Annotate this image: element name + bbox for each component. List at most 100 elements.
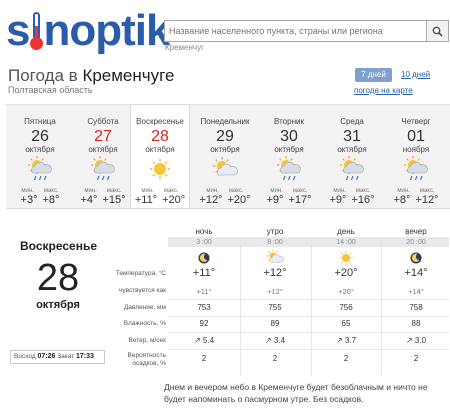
day-tab-max-temp: +20° [227, 194, 251, 206]
clear-night-icon [382, 249, 450, 269]
row-label-pressure: Давление, мм [123, 304, 166, 311]
sunny-icon [312, 249, 380, 269]
day-tab-month: октября [88, 145, 118, 154]
column-3-pressure: 758 [409, 303, 423, 312]
sunny-icon [131, 156, 189, 187]
weather-map-link[interactable]: погода на карте [354, 86, 413, 95]
day-tab-number: 30 [280, 128, 298, 145]
column-1-wind-value: 3.4 [273, 336, 286, 345]
column-1-pressure: 755 [268, 303, 282, 312]
day-tab-28[interactable]: Воскресенье 28 октября мин. макс. +11° +20… [130, 104, 190, 208]
day-tab-min-temp: +9° [329, 194, 347, 206]
sunset-label: Закат [57, 353, 75, 360]
day-detail-panel: Воскресенье 28 октября Восход 07:26 Зака… [6, 208, 450, 415]
column-1-hour: 8 :00 [267, 239, 283, 246]
day-tab-number: 31 [343, 128, 361, 145]
column-2-precip: 2 [343, 354, 349, 363]
sunrise-label: Восход [14, 353, 36, 360]
column-0-pressure: 753 [197, 303, 211, 312]
day-tab-min-temp: +3° [20, 194, 38, 206]
forecast-description: Днем и вечером небо в Кременчуге будет б… [164, 382, 428, 404]
column-1-label: утро [266, 227, 284, 236]
day-tab-min-temp: +11° [134, 194, 158, 206]
column-0-wind: ↗ 5.4 [170, 336, 238, 345]
column-3-feels: +14° [408, 287, 424, 296]
row-label-feels-like: чувствуется как [118, 287, 166, 294]
day-tab-number: 27 [94, 128, 112, 145]
search-hint[interactable]: Кременчуг [165, 43, 204, 52]
sunrise-sunset: Восход 07:26 Закат 17:33 [10, 350, 105, 364]
search-icon [432, 26, 443, 37]
column-3-wind: ↗ 3.0 [382, 336, 450, 345]
column-0-wind-value: 5.4 [202, 336, 215, 345]
day-tab-min-temp: +8° [393, 194, 411, 206]
partly-cloudy-icon [195, 156, 255, 187]
row-label-precip-1: Вероятность [127, 352, 167, 359]
day-tab-name: Воскресенье [136, 117, 184, 126]
day-tab-26[interactable]: Пятница 26 октября мин. макс. +3° +8° [10, 112, 70, 206]
day-tab-name: Вторник [274, 117, 304, 126]
ten-days-link[interactable]: 10 дней [401, 70, 430, 79]
page-title: Погода в Кременчуге [8, 66, 174, 86]
column-2-pressure: 756 [339, 303, 353, 312]
clear-night-icon [170, 249, 238, 269]
wind-arrow-icon: ↗ [264, 336, 272, 345]
column-2-temp: +20° [334, 267, 358, 279]
day-tab-max-temp: +12° [415, 194, 439, 206]
partly-cloudy-icon [241, 249, 309, 269]
day-tab-month: октября [25, 145, 55, 154]
day-tab-max-temp: +20° [162, 194, 186, 206]
partly-cloudy-rain-icon [386, 156, 446, 187]
thermometer-icon [30, 12, 44, 50]
column-2-wind-value: 3.7 [344, 336, 357, 345]
column-0-precip: 2 [201, 354, 207, 363]
column-3-wind-value: 3.0 [414, 336, 427, 345]
day-tab-month: ноября [402, 145, 430, 154]
day-tab-max-temp: +16° [351, 194, 375, 206]
day-tab-29[interactable]: Понедельник 29 октября мин. макс. +12° +20… [195, 112, 255, 206]
day-tab-30[interactable]: Вторник 30 октября мин. макс. +9° +17° [259, 112, 319, 206]
day-tab-min-temp: +9° [266, 194, 284, 206]
partly-cloudy-rain-icon [259, 156, 319, 187]
column-3-label: вечер [405, 227, 427, 236]
column-1-precip: 2 [272, 354, 278, 363]
day-tab-min-temp: +4° [80, 194, 98, 206]
day-tab-month: октября [210, 145, 240, 154]
day-tab-max-temp: +17° [288, 194, 312, 206]
column-0-temp: +11° [192, 267, 216, 279]
region-label: Полтавская область [8, 85, 93, 95]
column-2-label: день [337, 227, 355, 236]
column-0-feels: +11° [196, 287, 212, 296]
day-tab-number: 26 [31, 128, 49, 145]
day-tab-max-temp: +15° [102, 194, 126, 206]
day-tab-27[interactable]: Суббота 27 октября мин. макс. +4° +15° [73, 112, 133, 206]
column-0-label: ночь [195, 227, 213, 236]
day-tab-number: 01 [407, 128, 425, 145]
column-3-humidity: 88 [411, 319, 421, 328]
column-1-humidity: 89 [270, 319, 280, 328]
logo-text: noptik [43, 6, 170, 55]
day-tabs: Пятница 26 октября мин. макс. +3° +8° Субб… [6, 104, 450, 208]
site-logo[interactable]: s noptik [6, 6, 170, 55]
day-tab-31[interactable]: Среда 31 октября мин. макс. +9° +16° [322, 112, 382, 206]
day-tab-month: октября [337, 145, 367, 154]
column-2-humidity: 65 [341, 319, 351, 328]
day-tab-name: Среда [340, 117, 364, 126]
day-tab-name: Понедельник [200, 117, 250, 126]
logo-letter-s: s [6, 6, 31, 55]
day-tab-name: Пятница [24, 117, 56, 126]
wind-arrow-icon: ↗ [405, 336, 413, 345]
sunset-time: 17:33 [75, 353, 94, 360]
title-prefix: Погода в [8, 66, 83, 85]
seven-days-tab[interactable]: 7 дней [355, 68, 392, 82]
day-tab-01[interactable]: Четверг 01 ноября мин. макс. +8° +12° [386, 112, 446, 206]
day-tab-number: 29 [216, 128, 234, 145]
day-tab-name: Четверг [401, 117, 431, 126]
partly-cloudy-rain-icon [322, 156, 382, 187]
column-1-feels: +12° [267, 287, 283, 296]
detail-day-name: Воскресенье [20, 239, 98, 253]
search-input[interactable] [164, 20, 427, 42]
column-0-hour: 3 :00 [196, 239, 212, 246]
detail-day-number: 28 [36, 257, 80, 299]
search-button[interactable] [427, 20, 449, 42]
